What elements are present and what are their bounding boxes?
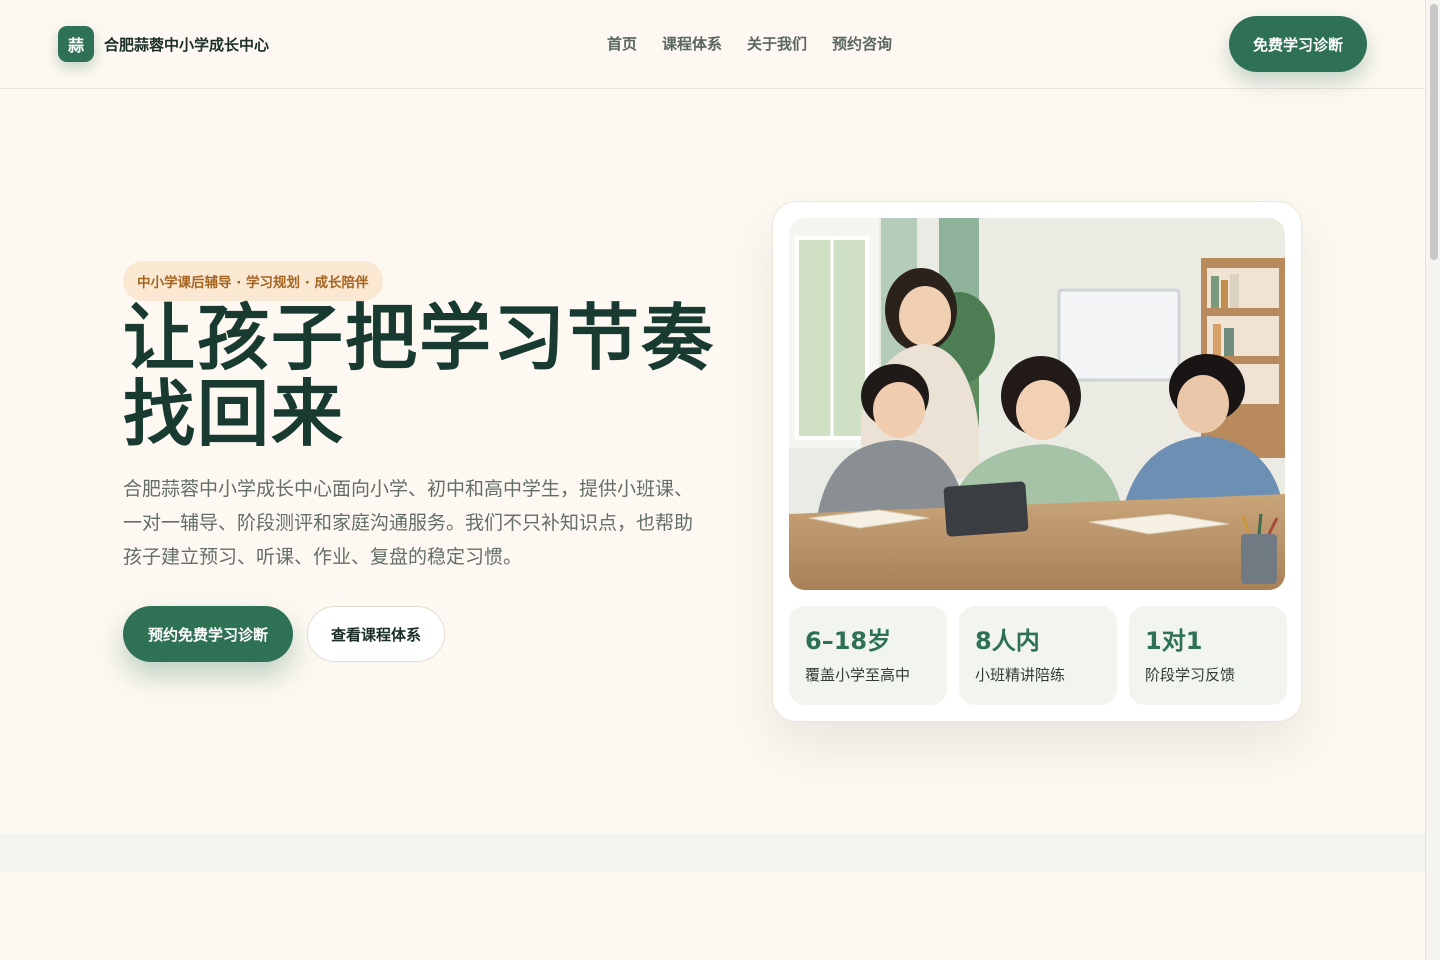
classroom-photo bbox=[789, 218, 1285, 590]
stat-label: 小班精讲陪练 bbox=[975, 666, 1066, 684]
brand-name: 合肥蒜蓉中小学成长中心 bbox=[104, 35, 270, 54]
free-diagnosis-button[interactable]: 免费学习诊断 bbox=[1229, 16, 1367, 72]
stat-label: 覆盖小学至高中 bbox=[805, 666, 911, 684]
stat-value: 1对1 bbox=[1145, 627, 1203, 655]
stat-value: 8人内 bbox=[975, 627, 1040, 655]
hero-title: 让孩子把学习节奏 找回来 bbox=[123, 300, 723, 452]
site-header: 蒜 合肥蒜蓉中小学成长中心 首页 课程体系 关于我们 预约咨询 免费学习诊断 bbox=[0, 0, 1425, 89]
next-section-band bbox=[0, 834, 1425, 873]
page-scrollbar[interactable] bbox=[1425, 0, 1440, 960]
stat-value: 6–18岁 bbox=[805, 627, 892, 655]
view-courses-button[interactable]: 查看课程体系 bbox=[307, 606, 445, 662]
nav-home[interactable]: 首页 bbox=[607, 33, 637, 54]
stats-row: 6–18岁 覆盖小学至高中 8人内 小班精讲陪练 1对1 阶段学习反馈 bbox=[789, 606, 1287, 705]
hero-eyebrow-badge: 中小学课后辅导 · 学习规划 · 成长陪伴 bbox=[123, 261, 383, 301]
stat-card-age: 6–18岁 覆盖小学至高中 bbox=[789, 606, 947, 705]
stat-label: 阶段学习反馈 bbox=[1145, 666, 1236, 684]
hero-title-line1: 让孩子把学习节奏 bbox=[123, 296, 716, 380]
stat-card-class-size: 8人内 小班精讲陪练 bbox=[959, 606, 1117, 705]
nav-booking[interactable]: 预约咨询 bbox=[832, 33, 892, 54]
hero-description: 合肥蒜蓉中小学成长中心面向小学、初中和高中学生，提供小班课、一对一辅导、阶段测评… bbox=[123, 478, 694, 568]
brand-logo: 蒜 bbox=[58, 26, 94, 62]
scrollbar-thumb[interactable] bbox=[1430, 4, 1438, 260]
hero-title-line2: 找回来 bbox=[123, 372, 346, 456]
hero-card: 6–18岁 覆盖小学至高中 8人内 小班精讲陪练 1对1 阶段学习反馈 bbox=[772, 201, 1302, 722]
brand[interactable]: 蒜 合肥蒜蓉中小学成长中心 bbox=[58, 26, 269, 62]
stat-card-feedback: 1对1 阶段学习反馈 bbox=[1129, 606, 1287, 705]
nav-about[interactable]: 关于我们 bbox=[747, 33, 807, 54]
nav-courses[interactable]: 课程体系 bbox=[662, 33, 722, 54]
main-nav: 首页 课程体系 关于我们 预约咨询 bbox=[607, 33, 892, 54]
book-diagnosis-button[interactable]: 预约免费学习诊断 bbox=[123, 606, 293, 662]
